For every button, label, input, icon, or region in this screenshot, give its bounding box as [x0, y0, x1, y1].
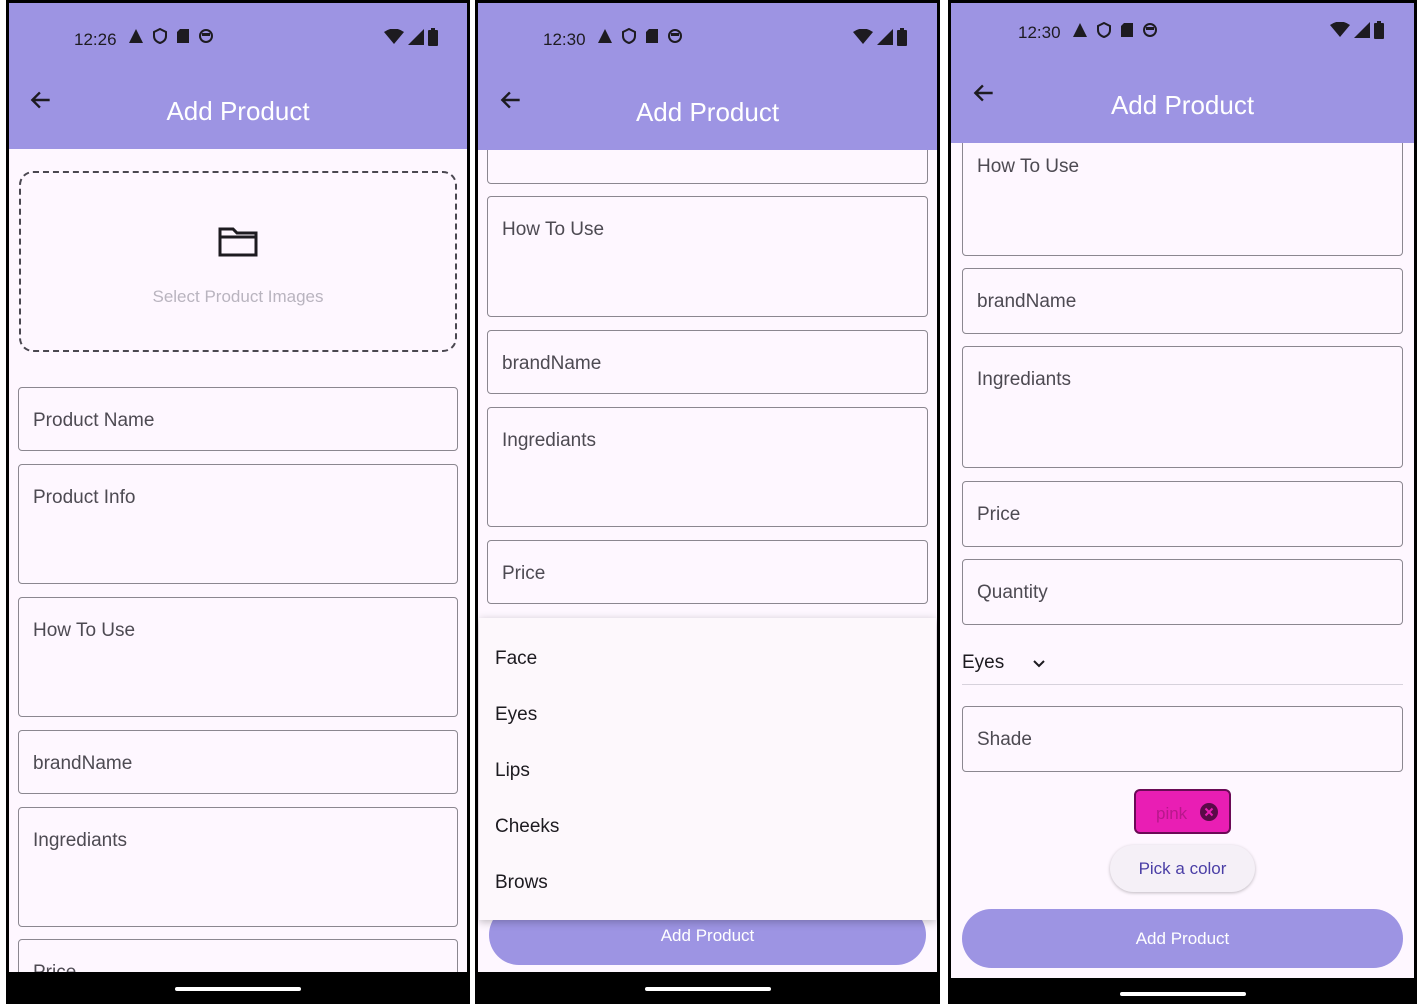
- menu-item-eyes[interactable]: Eyes: [495, 704, 537, 726]
- color-chip: pink: [1134, 789, 1231, 834]
- notification-icons: [1072, 22, 1158, 38]
- page-title: Add Product: [635, 97, 780, 127]
- how-to-use-field[interactable]: How To Use: [18, 597, 458, 717]
- navigation-bar: [948, 978, 1417, 1004]
- field-label: Price: [502, 563, 546, 584]
- product-name-field[interactable]: Product Name: [18, 387, 458, 451]
- chevron-down-icon: [1033, 660, 1045, 668]
- status-bar: 12:26: [6, 0, 470, 49]
- app-bar: 12:30 Add Product: [475, 0, 940, 150]
- alert-icon: [129, 29, 143, 43]
- page-title: Add Product: [166, 96, 310, 126]
- field-label: brandName: [977, 291, 1077, 312]
- battery-icon: [897, 28, 907, 46]
- category-dropdown-menu: Face Eyes Lips Cheeks Brows: [479, 618, 936, 920]
- remove-chip-icon[interactable]: [1199, 802, 1219, 822]
- system-icons: [384, 28, 438, 46]
- app-bar: 12:30 Add Product: [948, 0, 1417, 143]
- field-label: Ingrediants: [502, 430, 597, 451]
- shield-icon: [153, 28, 167, 44]
- image-picker-label: Select Product Images: [152, 287, 324, 306]
- menu-item-cheeks[interactable]: Cheeks: [495, 816, 559, 838]
- circle-status-icon: [199, 29, 213, 43]
- field-label: Shade: [977, 729, 1032, 750]
- add-product-button-label: Add Product: [660, 926, 755, 945]
- circle-status-icon: [1143, 23, 1157, 37]
- field-label: Price: [977, 504, 1021, 525]
- product-info-field[interactable]: Product Info: [18, 464, 458, 584]
- system-icons: [853, 28, 907, 46]
- status-time: 12:26: [74, 30, 117, 49]
- status-time: 12:30: [543, 30, 586, 49]
- sd-card-icon: [1121, 23, 1133, 37]
- sd-card-icon: [646, 29, 658, 43]
- price-field[interactable]: Price: [487, 540, 928, 604]
- battery-icon: [428, 28, 438, 46]
- home-indicator[interactable]: [1119, 992, 1246, 996]
- shade-field[interactable]: Shade: [962, 706, 1403, 772]
- notification-icons: [597, 28, 683, 44]
- navigation-bar: [475, 972, 940, 1004]
- folder-icon: [218, 227, 258, 257]
- circle-status-icon: [668, 29, 682, 43]
- sd-card-icon: [177, 29, 189, 43]
- menu-item-face[interactable]: Face: [495, 648, 537, 670]
- field-label: brandName: [502, 353, 602, 374]
- field-label: Quantity: [977, 582, 1048, 603]
- status-time: 12:30: [1018, 23, 1061, 42]
- quantity-field[interactable]: Quantity: [962, 559, 1403, 625]
- brand-name-field[interactable]: brandName: [487, 330, 928, 394]
- field-label: brandName: [33, 753, 133, 774]
- status-bar: 12:30: [475, 0, 940, 49]
- ingredients-field[interactable]: Ingrediants: [18, 807, 458, 927]
- category-dropdown[interactable]: Eyes: [962, 652, 1062, 680]
- how-to-use-field[interactable]: How To Use: [487, 196, 928, 317]
- shield-icon: [1097, 22, 1111, 38]
- notification-icons: [128, 28, 214, 44]
- image-picker-box[interactable]: Select Product Images: [19, 171, 457, 352]
- wifi-icon: [384, 29, 404, 44]
- add-product-button-label: Add Product: [1135, 929, 1230, 948]
- signal-icon: [1354, 22, 1370, 38]
- price-field[interactable]: Price: [962, 481, 1403, 547]
- alert-icon: [1073, 23, 1087, 37]
- signal-icon: [408, 29, 424, 45]
- signal-icon: [877, 29, 893, 45]
- app-bar: 12:26 Add Product: [6, 0, 470, 149]
- wifi-icon: [1330, 22, 1350, 37]
- category-selected-value: Eyes: [962, 652, 1005, 673]
- phone-screen-2: How To Use brandName Ingrediants Price A…: [475, 0, 940, 1004]
- menu-item-brows[interactable]: Brows: [495, 872, 548, 894]
- status-bar: 12:30: [948, 0, 1417, 44]
- field-label: Product Info: [33, 487, 136, 508]
- phone-screen-1: 12:26 Add Product Select Product Images …: [6, 0, 470, 1004]
- field-label: Ingrediants: [977, 369, 1072, 390]
- brand-name-field[interactable]: brandName: [18, 730, 458, 794]
- menu-item-lips[interactable]: Lips: [495, 760, 530, 782]
- field-label: Ingrediants: [33, 830, 128, 851]
- home-indicator[interactable]: [644, 987, 771, 991]
- home-indicator[interactable]: [175, 987, 301, 991]
- navigation-bar: [6, 972, 470, 1004]
- battery-icon: [1374, 21, 1384, 39]
- field-label: How To Use: [33, 620, 136, 641]
- color-chip-label: pink: [1156, 804, 1188, 823]
- page-title: Add Product: [1110, 90, 1255, 120]
- alert-icon: [598, 29, 612, 43]
- field-label: Product Name: [33, 410, 155, 431]
- pick-color-label: Pick a color: [1138, 859, 1227, 878]
- add-product-button[interactable]: Add Product: [962, 909, 1403, 968]
- field-label: How To Use: [502, 219, 605, 240]
- shield-icon: [622, 28, 636, 44]
- ingredients-field[interactable]: Ingrediants: [962, 346, 1403, 468]
- phone-screen-3: How To Use brandName Ingrediants Price Q…: [948, 0, 1417, 1004]
- field-label: How To Use: [977, 156, 1080, 177]
- pick-color-button[interactable]: Pick a color: [1110, 845, 1255, 892]
- category-divider: [962, 684, 1403, 685]
- wifi-icon: [853, 29, 873, 44]
- ingredients-field[interactable]: Ingrediants: [487, 407, 928, 527]
- how-to-use-field[interactable]: How To Use: [962, 134, 1403, 256]
- system-icons: [1330, 21, 1384, 39]
- brand-name-field[interactable]: brandName: [962, 268, 1403, 334]
